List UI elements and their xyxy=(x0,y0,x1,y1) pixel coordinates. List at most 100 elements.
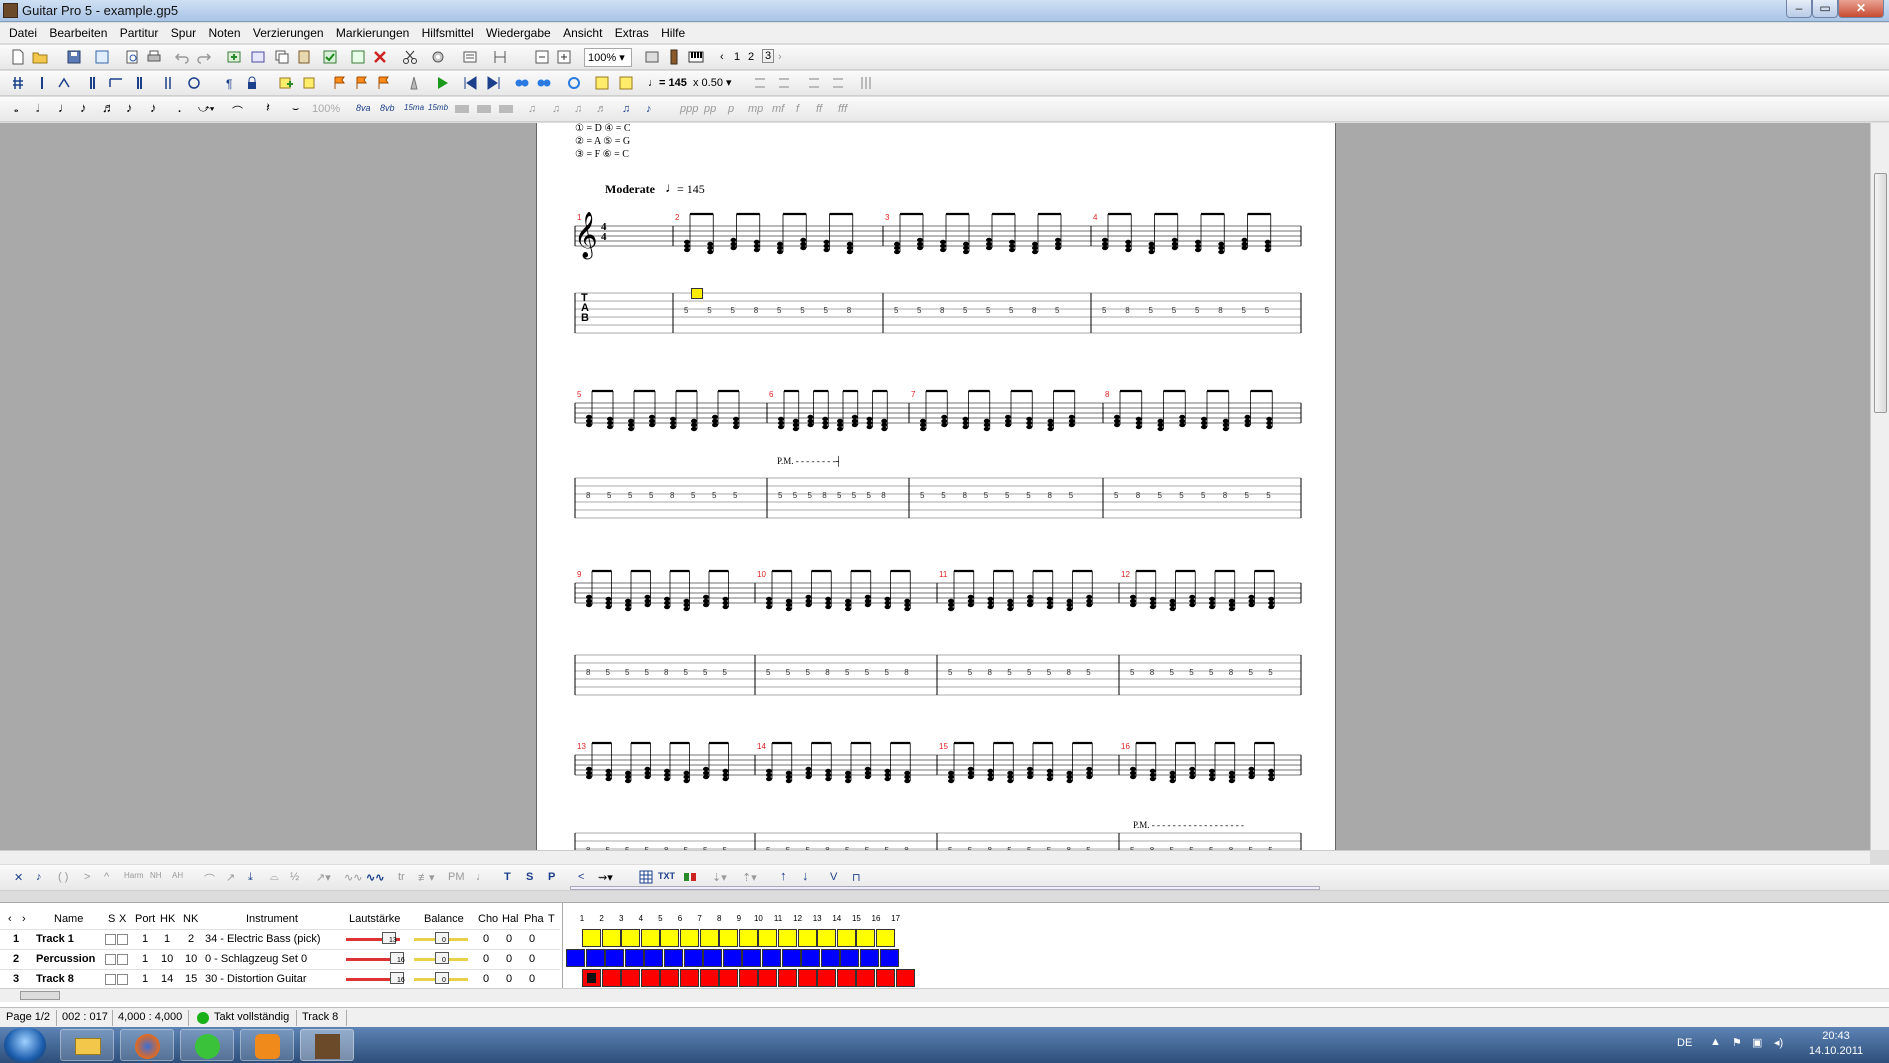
tab-view-icon[interactable] xyxy=(476,101,492,117)
menu-spur[interactable]: Spur xyxy=(171,23,196,40)
measure-cell[interactable] xyxy=(683,949,703,967)
menu-wiedergabe[interactable]: Wiedergabe xyxy=(486,23,551,40)
eighth-note-icon[interactable]: ♪ xyxy=(80,100,87,115)
solo-checkbox[interactable] xyxy=(105,934,116,945)
horizontal-scrollbar-document[interactable] xyxy=(0,850,1870,864)
measure-cell[interactable] xyxy=(820,949,840,967)
selected-measure-cell[interactable] xyxy=(582,969,601,987)
measure-cell[interactable] xyxy=(879,949,899,967)
track-chorus[interactable]: 0 xyxy=(483,933,489,945)
vertical-scroll-thumb[interactable] xyxy=(1874,173,1887,413)
page-2[interactable]: 2 xyxy=(748,51,754,63)
paste-bar-icon[interactable] xyxy=(296,49,312,65)
sharp-icon[interactable] xyxy=(10,75,26,91)
trill-icon[interactable]: tr xyxy=(398,871,405,883)
col-solo[interactable]: S xyxy=(108,913,115,925)
marker-icon[interactable] xyxy=(278,75,294,91)
count-in-icon[interactable] xyxy=(618,75,634,91)
start-button[interactable] xyxy=(4,1028,46,1062)
artificial-harmonic-icon[interactable]: AH xyxy=(172,871,183,880)
measure-cell[interactable] xyxy=(719,929,739,947)
track-row-3[interactable]: 3 Track 8 1 14 15 30 - Distortion Guitar… xyxy=(0,969,560,988)
octave-8vb[interactable]: 8vb xyxy=(380,103,395,113)
arrow-up-icon[interactable]: ↑ xyxy=(780,868,787,883)
paragraph-icon[interactable]: ¶ xyxy=(222,75,238,91)
stroke-icon[interactable]: ⇝▾ xyxy=(598,871,613,884)
print-preview-icon[interactable] xyxy=(124,49,140,65)
guitar-pro-task-icon[interactable] xyxy=(300,1029,354,1061)
measure-cell[interactable] xyxy=(605,949,625,967)
col-name[interactable]: Name xyxy=(54,913,83,925)
track-nk[interactable]: 2 xyxy=(188,933,194,945)
measure-cell[interactable] xyxy=(601,969,621,987)
text-button[interactable]: TXT xyxy=(658,871,675,881)
speed-select[interactable]: x 0.50 ▾ xyxy=(690,74,738,93)
arrow-down-icon[interactable]: ↓ xyxy=(802,868,809,883)
vertical-scrollbar[interactable] xyxy=(1870,123,1889,850)
slap-icon[interactable]: S xyxy=(526,871,533,883)
slash-view-icon[interactable] xyxy=(498,101,514,117)
copy-bar-icon[interactable] xyxy=(274,49,290,65)
measure-cell[interactable] xyxy=(703,949,723,967)
slide-in-icon[interactable]: ↗▾ xyxy=(316,871,331,884)
refresh-icon[interactable] xyxy=(566,75,582,91)
harmonic-icon[interactable]: Harm xyxy=(124,871,144,880)
measure-cell[interactable] xyxy=(722,949,742,967)
palm-mute-icon[interactable]: PM xyxy=(448,871,465,883)
maximize-button[interactable]: ▭ xyxy=(1812,0,1838,18)
measure-cell[interactable] xyxy=(781,949,801,967)
dynamic-f-icon[interactable]: f xyxy=(796,103,799,115)
dynamic-mf-icon[interactable]: mf xyxy=(772,103,784,115)
let-ring-icon[interactable]: ♩ xyxy=(476,871,487,883)
repeat-bar-icon[interactable] xyxy=(350,49,366,65)
col-tremolo[interactable]: T xyxy=(548,913,555,925)
media-player-task-icon[interactable] xyxy=(240,1029,294,1061)
transpose-icon[interactable] xyxy=(56,75,72,91)
measure-cell[interactable] xyxy=(640,969,660,987)
metronome-icon[interactable] xyxy=(406,75,422,91)
measure-cell[interactable] xyxy=(566,949,585,967)
fade-in-icon[interactable]: < xyxy=(578,871,584,883)
track-nk[interactable]: 10 xyxy=(185,953,197,965)
track-row-2[interactable]: 2 Percussion 1 10 10 0 - Schlagzeug Set … xyxy=(0,949,560,968)
measure-cell[interactable] xyxy=(624,949,644,967)
print-icon[interactable] xyxy=(146,49,162,65)
menu-ansicht[interactable]: Ansicht xyxy=(563,23,602,40)
ghost-note-icon[interactable]: ♬ xyxy=(596,103,607,115)
whammy-icon[interactable]: ↗ xyxy=(226,871,235,884)
tremolo-icon[interactable]: ≢▾ xyxy=(418,871,435,884)
mixer-icon[interactable] xyxy=(858,75,874,91)
measure-cell[interactable] xyxy=(621,929,641,947)
beam-break-icon[interactable]: ♫ xyxy=(574,103,582,115)
measure-cell[interactable] xyxy=(778,969,797,987)
dynamic-mp-icon[interactable]: mp xyxy=(748,103,763,115)
beam-icon[interactable]: ♫ xyxy=(552,103,560,115)
sync-tempo-icon[interactable] xyxy=(776,75,792,91)
zoom-select[interactable]: 100% ▾ xyxy=(584,48,632,67)
track-port[interactable]: 1 xyxy=(142,953,148,965)
measure-overview-grid[interactable]: 1 2 3 4 5 6 7 8 9 10 11 12 13 14 15 16 17 xyxy=(566,911,1866,991)
page-3[interactable]: 3 xyxy=(762,49,775,63)
track-hk[interactable]: 1 xyxy=(164,933,170,945)
measure-cell[interactable] xyxy=(664,949,683,967)
col-mute[interactable]: X xyxy=(119,913,126,925)
track-chorus[interactable]: 0 xyxy=(483,973,489,985)
measure-cell[interactable] xyxy=(797,929,817,947)
rest-icon[interactable]: 𝄽 xyxy=(266,100,270,116)
thirty-second-note-icon[interactable]: ♪ xyxy=(126,100,133,115)
measure-cell[interactable] xyxy=(876,969,895,987)
tap-icon[interactable]: T xyxy=(504,871,511,883)
open-folder-icon[interactable] xyxy=(32,49,48,65)
up-stroke-icon[interactable]: ⊓ xyxy=(852,871,861,884)
beam-group-icon[interactable]: ♫ xyxy=(622,103,630,115)
mute-checkbox[interactable] xyxy=(117,934,128,945)
measure-cell[interactable] xyxy=(680,969,699,987)
guitar-icon[interactable] xyxy=(666,49,682,65)
volume-knob[interactable]: 16 xyxy=(390,952,405,964)
measure-cell[interactable] xyxy=(801,949,821,967)
scroll-left-icon[interactable]: ‹ xyxy=(8,913,12,925)
system-clock[interactable]: 20:43 14.10.2011 xyxy=(1796,1029,1876,1059)
menu-hilfe[interactable]: Hilfe xyxy=(661,23,685,40)
dynamic-ppp-icon[interactable]: ppp xyxy=(680,103,698,115)
mix-table-icon[interactable] xyxy=(682,869,698,885)
